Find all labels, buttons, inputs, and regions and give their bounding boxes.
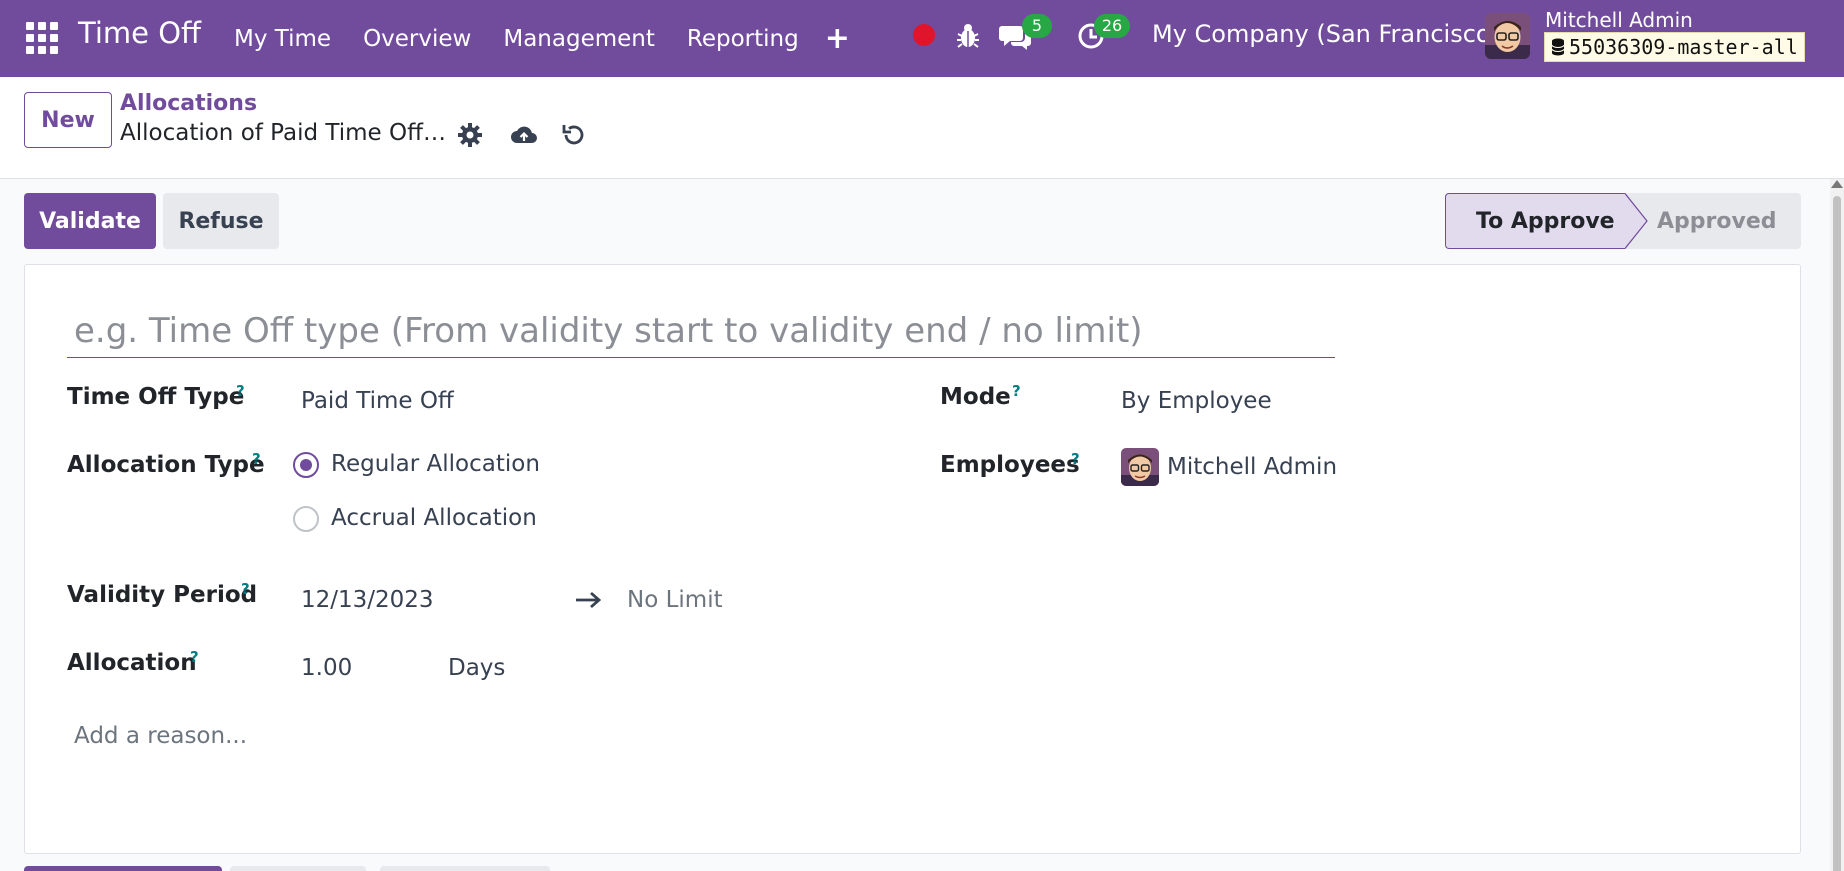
new-button[interactable]: New	[24, 92, 112, 148]
employees-help[interactable]: ?	[1071, 450, 1080, 468]
mode-help[interactable]: ?	[1012, 382, 1021, 400]
status-bar: Approved To Approve	[1445, 193, 1801, 249]
menu-management[interactable]: Management	[487, 26, 671, 52]
apps-menu-icon[interactable]	[26, 22, 58, 54]
allocation-label: Allocation	[67, 650, 197, 676]
chat-count-badge: 5	[1022, 14, 1052, 38]
menu-my-time[interactable]: My Time	[218, 26, 347, 52]
scrollbar-thumb[interactable]	[1833, 196, 1841, 871]
record-icon[interactable]	[913, 24, 935, 46]
menu-reporting[interactable]: Reporting	[671, 26, 815, 52]
status-arrow-shape	[1625, 193, 1648, 249]
allocation-type-label: Allocation Type	[67, 452, 265, 478]
app-title[interactable]: Time Off	[78, 16, 201, 50]
allocation-amount-field[interactable]: 1.00	[301, 655, 352, 681]
breadcrumb-current-record: Allocation of Paid Time Off…	[120, 120, 446, 146]
bug-icon[interactable]	[956, 22, 980, 50]
main-menu: My Time Overview Management Reporting +	[218, 0, 850, 77]
time-off-type-field[interactable]: Paid Time Off	[301, 388, 454, 414]
user-name[interactable]: Mitchell Admin	[1545, 8, 1693, 32]
notebook-tab[interactable]	[230, 866, 366, 871]
notebook-tab-active[interactable]	[24, 866, 222, 871]
discard-undo-icon[interactable]	[560, 121, 588, 149]
gear-icon[interactable]	[456, 121, 484, 149]
validity-period-help[interactable]: ?	[241, 580, 250, 598]
employees-label: Employees	[940, 452, 1080, 478]
top-navbar: Time Off My Time Overview Management Rep…	[0, 0, 1844, 77]
user-avatar[interactable]	[1485, 13, 1530, 59]
status-step-approved[interactable]: Approved	[1625, 193, 1801, 249]
employee-name-tag[interactable]: Mitchell Admin	[1167, 454, 1337, 480]
control-panel: New Allocations Allocation of Paid Time …	[0, 77, 1844, 179]
allocation-unit: Days	[448, 655, 506, 681]
mode-field[interactable]: By Employee	[1121, 388, 1272, 414]
plus-icon[interactable]: +	[825, 21, 850, 56]
notebook-tab[interactable]	[380, 866, 550, 871]
regular-allocation-radio[interactable]	[293, 452, 319, 478]
database-badge: 55036309-master-all	[1544, 32, 1805, 62]
page-scrollbar[interactable]	[1830, 179, 1844, 871]
allocation-type-help[interactable]: ?	[252, 450, 261, 468]
scroll-up-arrow-icon[interactable]	[1831, 180, 1843, 188]
status-step-to-approve[interactable]: To Approve	[1445, 193, 1625, 249]
arrow-right-icon	[576, 591, 602, 609]
database-name: 55036309-master-all	[1569, 35, 1798, 59]
database-icon	[1551, 38, 1565, 56]
regular-allocation-label[interactable]: Regular Allocation	[331, 451, 540, 477]
validity-end-date[interactable]: No Limit	[627, 587, 723, 613]
breadcrumb-allocations[interactable]: Allocations	[120, 91, 257, 116]
validity-period-label: Validity Period	[67, 582, 258, 608]
allocation-name-input[interactable]	[67, 305, 1335, 358]
employee-avatar[interactable]	[1121, 448, 1159, 486]
refuse-button[interactable]: Refuse	[163, 193, 279, 249]
validity-start-date[interactable]: 12/13/2023	[301, 587, 434, 613]
reason-textarea[interactable]: Add a reason...	[74, 723, 247, 749]
activity-count-badge: 26	[1094, 14, 1130, 38]
menu-overview[interactable]: Overview	[347, 26, 487, 52]
accrual-allocation-radio[interactable]	[293, 506, 319, 532]
time-off-type-help[interactable]: ?	[236, 382, 245, 400]
time-off-type-label: Time Off Type	[67, 384, 245, 410]
accrual-allocation-label[interactable]: Accrual Allocation	[331, 505, 537, 531]
mode-label: Mode	[940, 384, 1011, 410]
validate-button[interactable]: Validate	[24, 193, 156, 249]
company-switcher[interactable]: My Company (San Francisco)	[1152, 20, 1500, 48]
save-cloud-icon[interactable]	[510, 121, 538, 149]
allocation-help[interactable]: ?	[190, 648, 199, 666]
